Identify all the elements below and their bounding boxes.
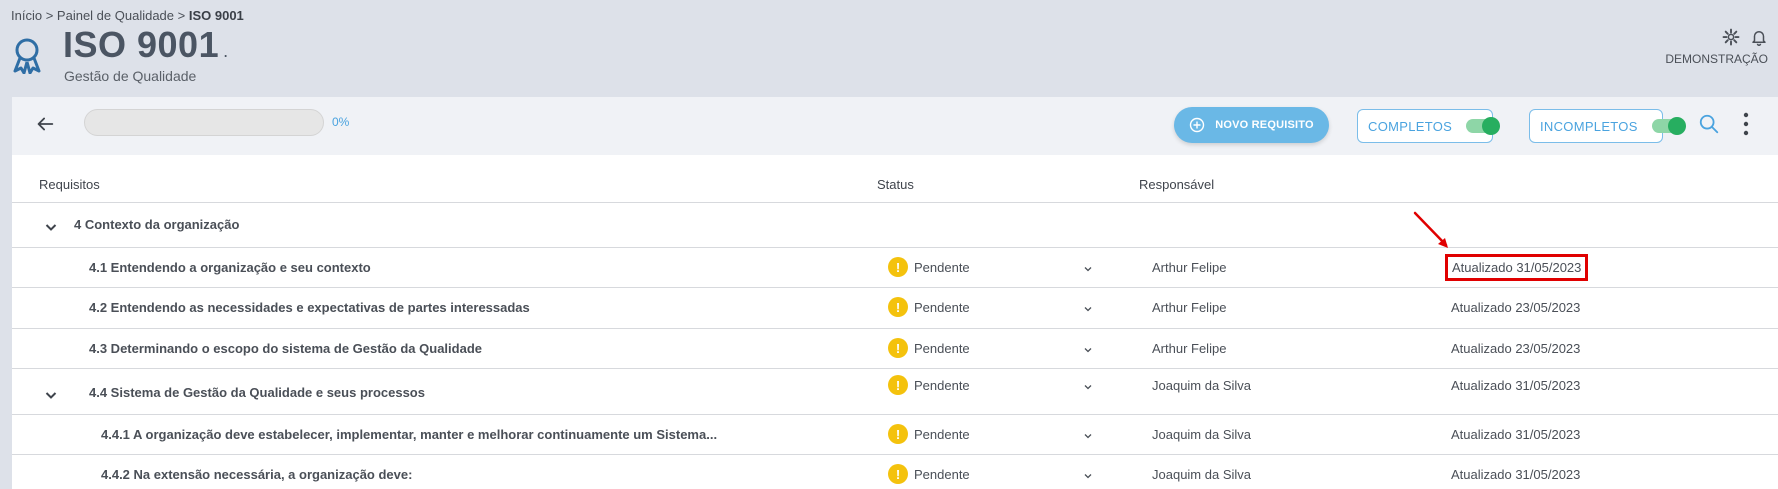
status-cell: ! Pendente: [888, 257, 970, 277]
incompletos-filter[interactable]: INCOMPLETOS: [1529, 109, 1686, 143]
completos-label: COMPLETOS: [1368, 118, 1453, 134]
breadcrumb-separator: >: [45, 8, 54, 23]
table-row[interactable]: 4.1 Entendendo a organização e seu conte…: [12, 248, 1778, 288]
header-status: Status: [877, 177, 914, 192]
warning-icon: !: [888, 375, 908, 395]
updated-date: Atualizado 31/05/2023: [1451, 378, 1581, 393]
group-title: 4 Contexto da organização: [74, 217, 240, 232]
chevron-down-icon[interactable]: [1083, 382, 1093, 392]
responsible: Arthur Felipe: [1152, 341, 1227, 356]
chevron-down-icon[interactable]: [1083, 304, 1093, 314]
completos-filter[interactable]: COMPLETOS: [1357, 109, 1501, 143]
breadcrumb: Início > Painel de Qualidade > ISO 9001: [11, 8, 244, 23]
chevron-down-icon[interactable]: [45, 389, 57, 401]
table-row[interactable]: 4.4.1 A organização deve estabelecer, im…: [12, 415, 1778, 455]
group-row[interactable]: 4 Contexto da organização: [12, 203, 1778, 248]
breadcrumb-separator: >: [177, 8, 186, 23]
warning-icon: !: [888, 257, 908, 277]
toolbar: 0% NOVO REQUISITO COMPLETOS INCOMPLETOS: [12, 97, 1778, 155]
status-label: Pendente: [914, 299, 970, 315]
breadcrumb-home[interactable]: Início: [11, 8, 42, 23]
responsible: Joaquim da Silva: [1152, 427, 1251, 442]
table-row[interactable]: 4.4.2 Na extensão necessária, a organiza…: [12, 455, 1778, 489]
responsible: Joaquim da Silva: [1152, 467, 1251, 482]
user-area: DEMONSTRAÇÃO: [1665, 28, 1768, 66]
main-panel: 0% NOVO REQUISITO COMPLETOS INCOMPLETOS: [12, 97, 1778, 489]
bell-icon[interactable]: [1750, 28, 1768, 46]
header-requisitos: Requisitos: [39, 177, 100, 192]
table-row[interactable]: 4.3 Determinando o escopo do sistema de …: [12, 329, 1778, 369]
requirement-title[interactable]: 4.4 Sistema de Gestão da Qualidade e seu…: [89, 385, 425, 400]
status-cell: ! Pendente: [888, 375, 970, 395]
completos-toggle[interactable]: [1466, 117, 1501, 135]
status-cell: ! Pendente: [888, 424, 970, 444]
search-icon[interactable]: [1698, 113, 1720, 135]
gear-icon[interactable]: [1722, 28, 1740, 46]
chevron-down-icon[interactable]: [45, 221, 57, 233]
requirement-title[interactable]: 4.3 Determinando o escopo do sistema de …: [89, 341, 482, 356]
updated-date: Atualizado 31/05/2023: [1451, 427, 1581, 442]
updated-date: Atualizado 23/05/2023: [1451, 300, 1581, 315]
status-label: Pendente: [914, 466, 970, 482]
responsible: Arthur Felipe: [1152, 300, 1227, 315]
responsible: Arthur Felipe: [1152, 260, 1227, 275]
status-label: Pendente: [914, 340, 970, 356]
warning-icon: !: [888, 297, 908, 317]
table-row[interactable]: 4.2 Entendendo as necessidades e expecta…: [12, 288, 1778, 329]
chevron-down-icon[interactable]: [1083, 431, 1093, 441]
incompletos-toggle[interactable]: [1651, 117, 1686, 135]
requirement-title[interactable]: 4.4.1 A organização deve estabelecer, im…: [101, 427, 717, 442]
chevron-down-icon[interactable]: [1083, 471, 1093, 481]
table-header: Requisitos Status Responsável: [12, 155, 1778, 203]
user-name[interactable]: DEMONSTRAÇÃO: [1665, 52, 1768, 66]
back-arrow-icon[interactable]: [34, 113, 56, 135]
plus-circle-icon: [1190, 117, 1205, 133]
new-requirement-button[interactable]: NOVO REQUISITO: [1174, 107, 1329, 143]
chevron-down-icon[interactable]: [1083, 264, 1093, 274]
responsible: Joaquim da Silva: [1152, 378, 1251, 393]
status-cell: ! Pendente: [888, 464, 970, 484]
incompletos-label: INCOMPLETOS: [1540, 118, 1638, 134]
requirement-title[interactable]: 4.4.2 Na extensão necessária, a organiza…: [101, 467, 412, 482]
breadcrumb-panel[interactable]: Painel de Qualidade: [57, 8, 174, 23]
progress-label: 0%: [332, 115, 350, 129]
status-cell: ! Pendente: [888, 338, 970, 358]
status-label: Pendente: [914, 259, 970, 275]
updated-date: Atualizado 23/05/2023: [1451, 341, 1581, 356]
progress-bar: [84, 109, 324, 136]
status-label: Pendente: [914, 377, 970, 393]
updated-date-highlighted: Atualizado 31/05/2023: [1444, 254, 1589, 281]
updated-date: Atualizado 31/05/2023: [1451, 467, 1581, 482]
warning-icon: !: [888, 464, 908, 484]
annotation-arrow-icon: [1413, 211, 1448, 248]
more-vertical-icon[interactable]: [1742, 111, 1750, 137]
breadcrumb-current: ISO 9001: [188, 8, 244, 23]
page-subtitle: Gestão de Qualidade: [64, 68, 197, 84]
requirement-title[interactable]: 4.2 Entendendo as necessidades e expecta…: [89, 300, 530, 315]
status-label: Pendente: [914, 426, 970, 442]
requirement-title[interactable]: 4.1 Entendendo a organização e seu conte…: [89, 260, 371, 275]
chevron-down-icon[interactable]: [1083, 345, 1093, 355]
warning-icon: !: [888, 338, 908, 358]
header-responsavel: Responsável: [1139, 177, 1215, 192]
new-requirement-label: NOVO REQUISITO: [1215, 119, 1314, 131]
award-icon: [13, 38, 41, 74]
status-cell: ! Pendente: [888, 297, 970, 317]
warning-icon: !: [888, 424, 908, 444]
table-row[interactable]: 4.4 Sistema de Gestão da Qualidade e seu…: [12, 369, 1778, 415]
page-title: ISO 9001.: [63, 24, 229, 65]
